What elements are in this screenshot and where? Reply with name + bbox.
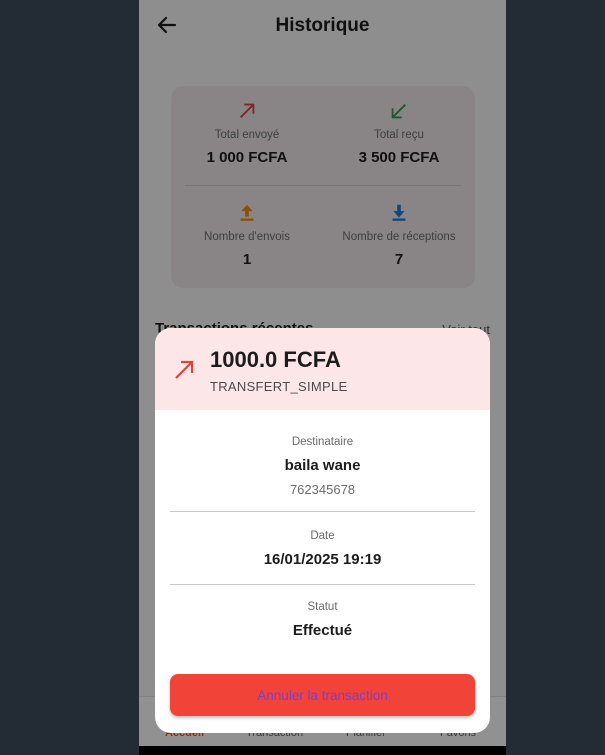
recipient-field: Destinataire baila wane 762345678 (155, 436, 490, 497)
status-value: Effectué (292, 622, 353, 639)
divider (170, 584, 475, 585)
date-field: Date 16/01/2025 19:19 (155, 530, 490, 568)
divider (170, 511, 475, 512)
cancel-transaction-button[interactable]: Annuler la transaction (170, 674, 475, 716)
recipient-phone: 762345678 (289, 482, 356, 497)
date-value: 16/01/2025 19:19 (263, 551, 382, 568)
transaction-type: TRANSFERT_SIMPLE (210, 379, 348, 394)
transaction-detail-dialog: 1000.0 FCFA TRANSFERT_SIMPLE Destinatair… (155, 328, 490, 733)
status-field: Statut Effectué (155, 601, 490, 639)
recipient-label: Destinataire (291, 436, 354, 448)
transaction-amount: 1000.0 FCFA (210, 347, 341, 372)
arrow-up-right-icon (175, 360, 194, 379)
status-label: Statut (307, 601, 338, 613)
recipient-name: baila wane (284, 457, 361, 474)
date-label: Date (310, 530, 335, 542)
dialog-header: 1000.0 FCFA TRANSFERT_SIMPLE (155, 328, 490, 410)
